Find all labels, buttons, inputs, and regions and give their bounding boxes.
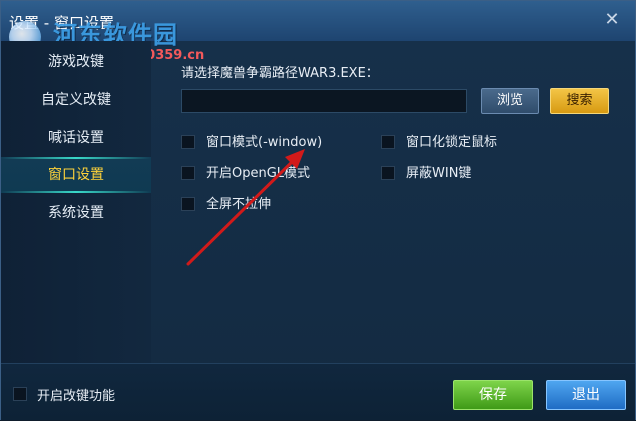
sidebar: 游戏改键 自定义改键 喊话设置 窗口设置 系统设置: [1, 41, 151, 363]
lock-mouse-checkbox[interactable]: [381, 135, 395, 149]
sidebar-item-label: 游戏改键: [48, 54, 104, 70]
path-label: 请选择魔兽争霸路径WAR3.EXE：: [181, 66, 379, 81]
sidebar-item-label: 窗口设置: [48, 167, 104, 183]
enable-remap-checkbox[interactable]: [13, 387, 27, 401]
fullscreen-no-stretch-checkbox[interactable]: [181, 197, 195, 211]
sidebar-item-label: 自定义改键: [41, 92, 111, 108]
lock-mouse-label: 窗口化锁定鼠标: [406, 135, 498, 150]
exit-button[interactable]: 退出: [546, 380, 626, 410]
enable-remap-label: 开启改键功能: [37, 389, 116, 404]
opengl-mode-label: 开启OpenGL模式: [206, 166, 311, 181]
search-button[interactable]: 搜索: [550, 88, 609, 114]
main-panel: 请选择魔兽争霸路径WAR3.EXE： 浏览 搜索 窗口模式(-window) 窗…: [151, 41, 635, 363]
close-icon[interactable]: ✕: [603, 11, 621, 29]
window-mode-label: 窗口模式(-window): [206, 135, 323, 150]
sidebar-item-window-settings[interactable]: 窗口设置: [1, 157, 151, 193]
war3-path-input[interactable]: [181, 89, 467, 113]
sidebar-item-label: 喊话设置: [48, 130, 104, 146]
fullscreen-no-stretch-label: 全屏不拉伸: [206, 197, 272, 212]
sidebar-item-game-keys[interactable]: 游戏改键: [1, 44, 151, 80]
browse-button[interactable]: 浏览: [481, 88, 539, 114]
block-win-key-checkbox[interactable]: [381, 166, 395, 180]
settings-window: 设置 - 窗口设置 ✕ 河东软件园 www.pc0359.cn 游戏改键 自定义…: [0, 0, 636, 420]
window-mode-checkbox[interactable]: [181, 135, 195, 149]
sidebar-item-system-settings[interactable]: 系统设置: [1, 195, 151, 231]
sidebar-item-label: 系统设置: [48, 205, 104, 221]
block-win-key-label: 屏蔽WIN键: [406, 166, 472, 181]
sidebar-item-custom-keys[interactable]: 自定义改键: [1, 82, 151, 118]
footer-bar: 开启改键功能 保存 退出: [1, 363, 635, 420]
opengl-mode-checkbox[interactable]: [181, 166, 195, 180]
sidebar-item-chat-settings[interactable]: 喊话设置: [1, 120, 151, 156]
save-button[interactable]: 保存: [453, 380, 533, 410]
